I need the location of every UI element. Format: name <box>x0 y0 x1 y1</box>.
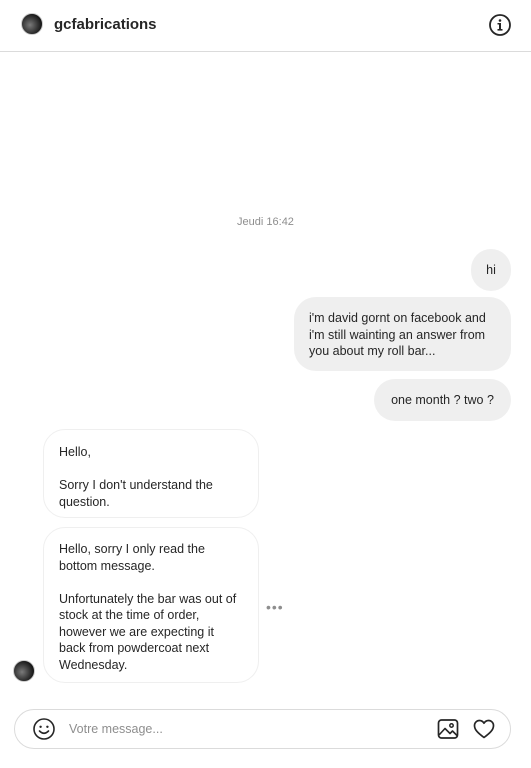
message-timestamp: Jeudi 16:42 <box>237 216 294 228</box>
conversation-header: gcfabrications <box>0 0 531 52</box>
emoji-icon[interactable] <box>32 717 56 741</box>
received-message[interactable]: Hello, Sorry I don't understand the ques… <box>43 429 259 518</box>
received-message[interactable]: Hello, sorry I only read the bottom mess… <box>43 527 259 683</box>
message-input[interactable] <box>69 719 419 739</box>
avatar[interactable] <box>21 13 43 35</box>
sent-message[interactable]: one month ? two ? <box>374 379 511 421</box>
sent-message[interactable]: hi <box>471 249 511 291</box>
sender-avatar <box>13 660 35 682</box>
message-composer <box>14 709 511 749</box>
heart-icon[interactable] <box>472 717 496 741</box>
info-icon[interactable] <box>488 13 512 37</box>
more-options-icon[interactable]: ••• <box>266 600 284 614</box>
image-icon[interactable] <box>436 717 460 741</box>
sent-message[interactable]: i'm david gornt on facebook and i'm stil… <box>294 297 511 371</box>
username[interactable]: gcfabrications <box>54 16 157 33</box>
